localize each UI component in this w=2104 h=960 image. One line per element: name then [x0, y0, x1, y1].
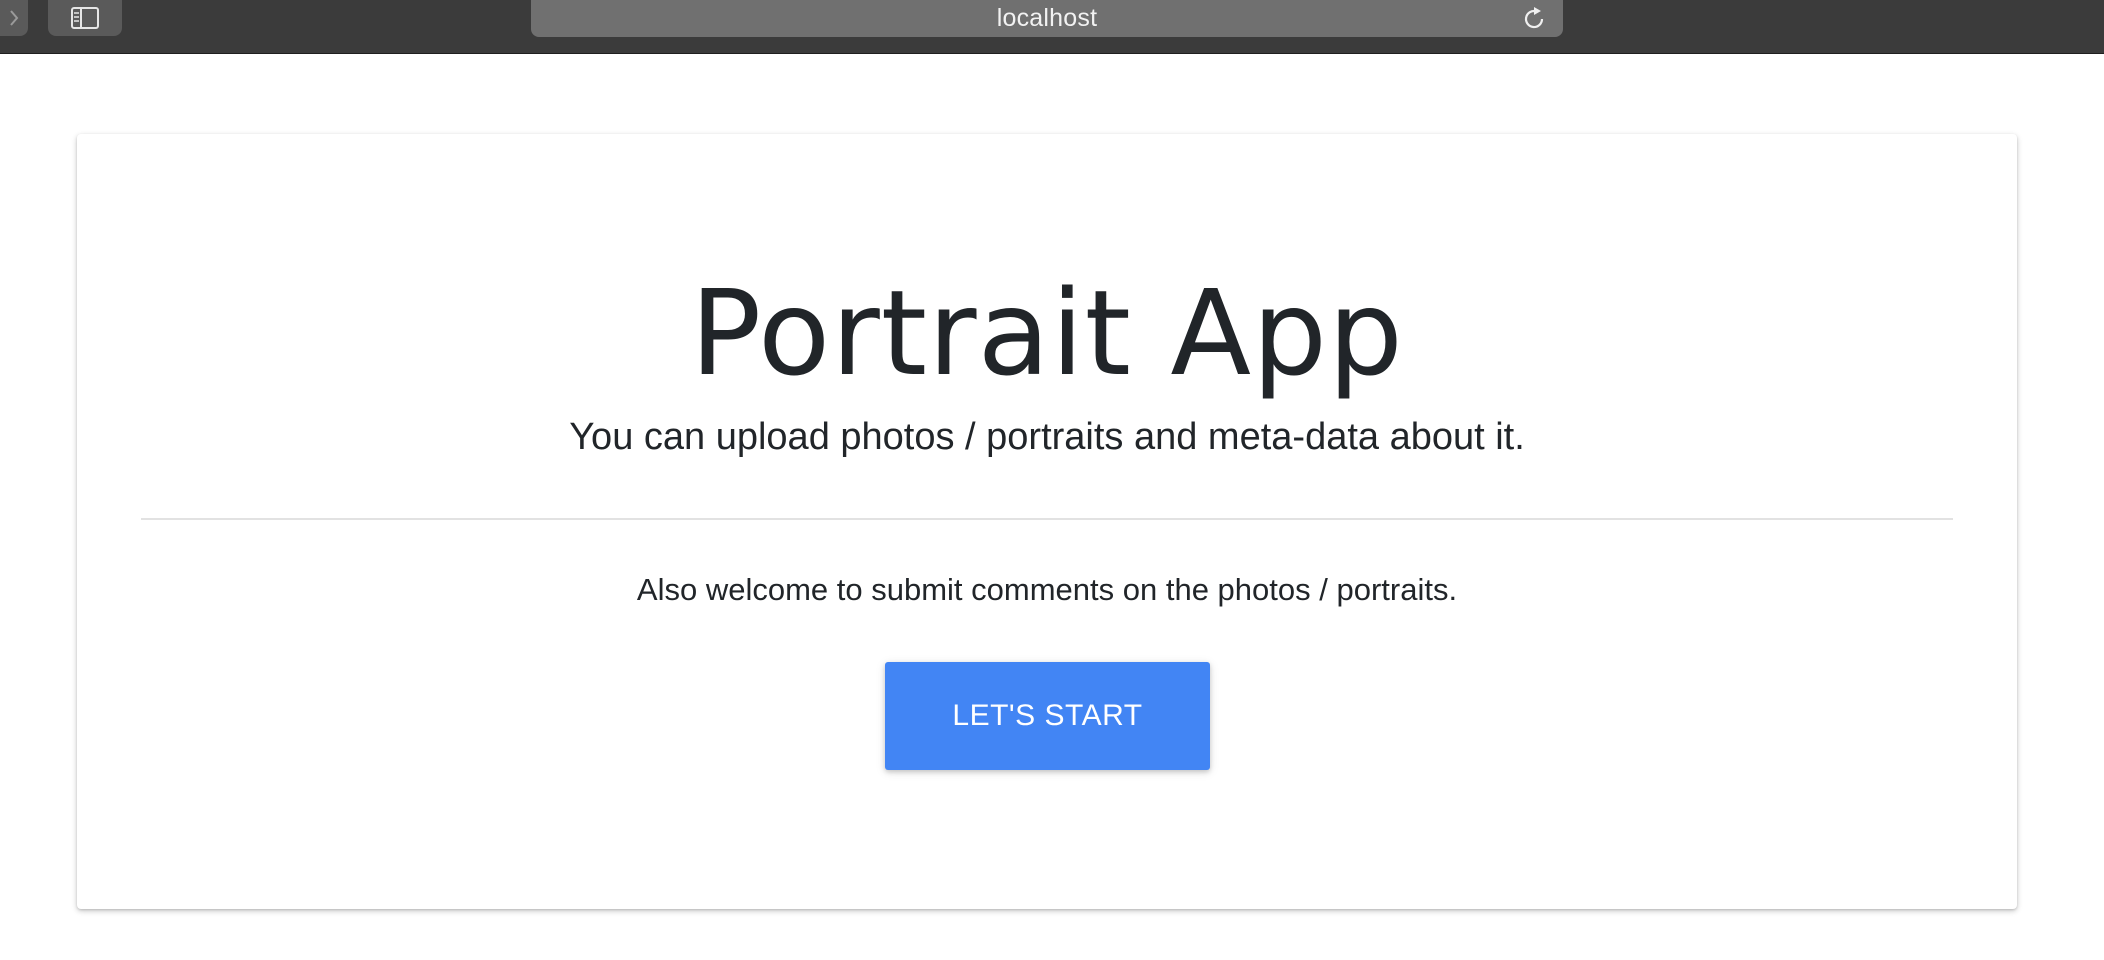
sub-text: Also welcome to submit comments on the p… — [636, 572, 1458, 607]
page-title: Portrait App — [690, 264, 1404, 402]
forward-button[interactable] — [0, 0, 28, 36]
chevron-right-icon — [10, 10, 19, 26]
lets-start-button[interactable]: LET'S START — [885, 662, 1210, 770]
reload-icon[interactable] — [1519, 4, 1549, 34]
address-bar[interactable]: localhost — [531, 0, 1563, 37]
browser-toolbar: localhost — [0, 0, 2104, 54]
jumbotron-card: Portrait App You can upload photos / por… — [77, 134, 2017, 909]
address-text: localhost — [996, 4, 1098, 32]
sidebar-icon — [71, 7, 99, 29]
sidebar-toggle-button[interactable] — [48, 0, 122, 36]
lead-text: You can upload photos / portraits and me… — [569, 416, 1525, 458]
divider — [141, 518, 1953, 520]
